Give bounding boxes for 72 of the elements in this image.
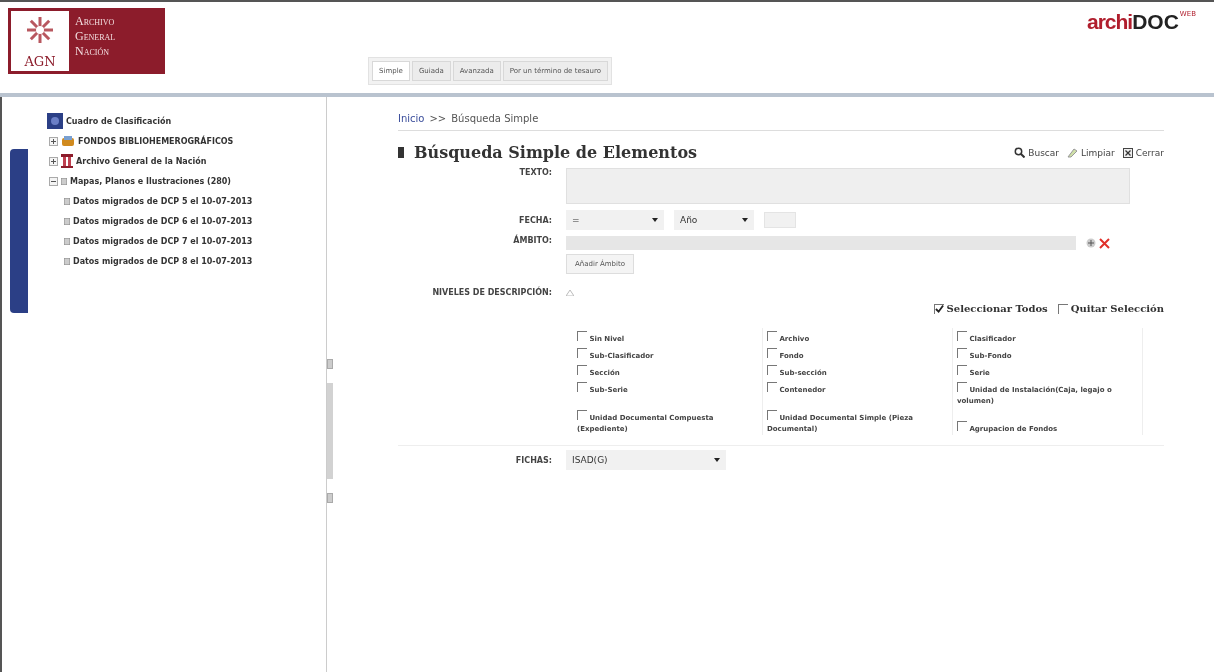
action-link[interactable]: Limpiar xyxy=(1067,147,1115,158)
field-label: FECHA: xyxy=(517,215,553,225)
checkbox[interactable] xyxy=(957,331,967,341)
checkbox[interactable] xyxy=(1057,303,1068,314)
logo-text: General xyxy=(75,29,116,44)
eraser-icon xyxy=(1067,147,1078,158)
checkbox[interactable] xyxy=(577,410,587,420)
tree-item[interactable]: Mapas, Planos e Ilustraciones (280) xyxy=(70,176,232,186)
book-icon xyxy=(398,147,404,158)
text-field[interactable] xyxy=(566,168,1130,204)
caret-icon xyxy=(742,218,748,222)
tree-item[interactable]: Datos migrados de DCP 6 el 10-07-2013 xyxy=(73,216,253,226)
checkbox[interactable] xyxy=(767,365,777,375)
checkbox-label[interactable]: Seleccionar Todos xyxy=(933,303,1048,314)
checkbox[interactable] xyxy=(767,331,777,341)
books-icon xyxy=(61,135,75,147)
scope-field[interactable] xyxy=(566,236,1076,250)
tree-item[interactable]: Cuadro de Clasificación xyxy=(66,116,172,126)
document-icon xyxy=(61,177,67,185)
logo-text: Archivo xyxy=(75,14,116,29)
record-select[interactable]: ISAD(G) xyxy=(566,450,726,470)
field-label: FICHAS: xyxy=(514,455,553,465)
building-icon xyxy=(61,154,73,168)
expand-icon[interactable] xyxy=(49,156,58,166)
page-title: Búsqueda Simple de Elementos xyxy=(414,143,698,162)
close-icon xyxy=(1122,147,1133,158)
tree-item[interactable]: Archivo General de la Nación xyxy=(76,156,207,166)
checkbox[interactable] xyxy=(767,382,777,392)
star-mark-icon xyxy=(25,15,55,45)
checkbox-label[interactable]: Quitar Selección xyxy=(1057,303,1164,314)
checkbox[interactable] xyxy=(957,382,967,392)
operator-select[interactable]: = xyxy=(566,210,664,230)
tree-item[interactable]: Datos migrados de DCP 5 el 10-07-2013 xyxy=(73,196,253,206)
checkbox[interactable] xyxy=(957,365,967,375)
checkbox[interactable] xyxy=(957,421,967,431)
caret-icon xyxy=(652,218,658,222)
caret-icon xyxy=(714,458,720,462)
delete-icon[interactable] xyxy=(1099,237,1110,249)
checkbox[interactable] xyxy=(577,382,587,392)
checkbox[interactable] xyxy=(577,348,587,358)
add-icon[interactable] xyxy=(1086,238,1096,248)
field-label: TEXTO: xyxy=(518,168,553,177)
checkbox[interactable] xyxy=(577,365,587,375)
document-icon xyxy=(64,197,70,205)
tree-item[interactable]: Datos migrados de DCP 7 el 10-07-2013 xyxy=(73,236,253,246)
document-icon xyxy=(64,257,70,265)
logo-text: Nación xyxy=(75,44,110,59)
splitter-handle[interactable] xyxy=(327,383,333,479)
expand-icon[interactable] xyxy=(49,136,58,146)
document-icon xyxy=(64,217,70,225)
checkbox[interactable] xyxy=(767,348,777,358)
date-field[interactable] xyxy=(764,212,796,228)
checkbox[interactable] xyxy=(957,348,967,358)
tree-item[interactable]: FONDOS BIBLIOHEMEROGRÁFICOS xyxy=(78,136,234,146)
action-link[interactable]: Cerrar xyxy=(1122,147,1164,158)
breadcrumb-link[interactable]: Inicio xyxy=(398,113,425,124)
field-label: NIVELES DE DESCRIPCIÓN: xyxy=(431,288,553,297)
breadcrumb-current: Búsqueda Simple xyxy=(451,113,539,124)
unit-select[interactable]: Año xyxy=(674,210,754,230)
tree-item[interactable]: Datos migrados de DCP 8 el 10-07-2013 xyxy=(73,256,253,266)
logo-initials: AGN xyxy=(24,54,56,69)
action-link[interactable]: Buscar xyxy=(1014,147,1059,158)
checkbox[interactable] xyxy=(767,410,777,420)
brand-name: archi xyxy=(1086,10,1133,34)
field-label: ÁMBITO: xyxy=(512,236,553,245)
checkbox[interactable] xyxy=(933,303,944,314)
search-icon xyxy=(1014,147,1026,158)
document-icon xyxy=(64,237,70,245)
brand-name: DOC xyxy=(1132,10,1179,34)
checkbox[interactable] xyxy=(577,331,587,341)
breadcrumb-separator: >> xyxy=(429,113,447,124)
collapse-icon[interactable] xyxy=(49,176,58,186)
